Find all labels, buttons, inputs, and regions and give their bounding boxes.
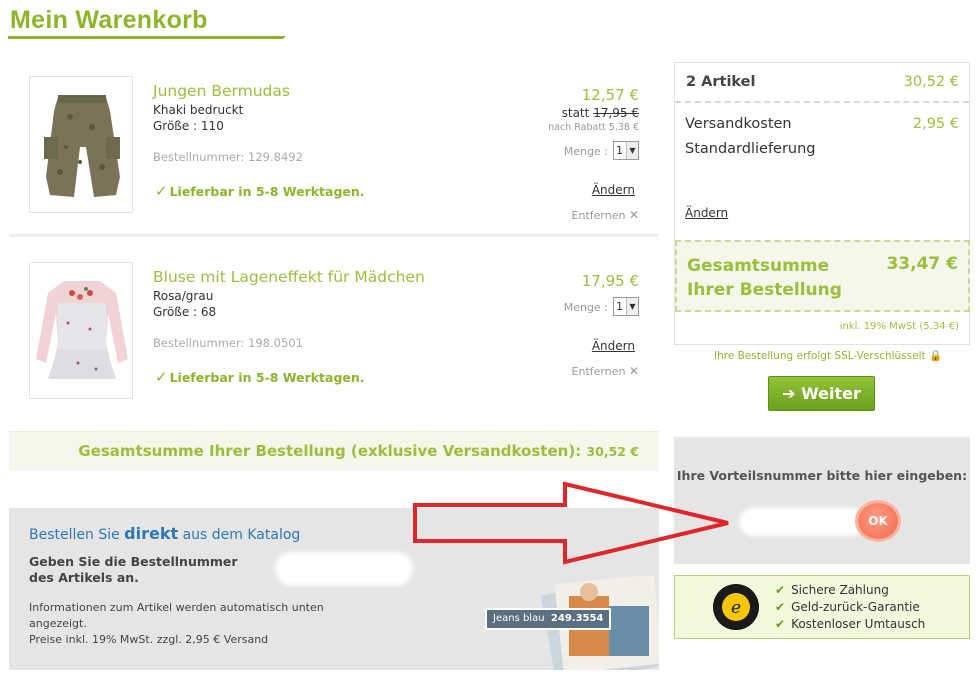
trusted-shops-logo: e	[713, 584, 759, 630]
product-name[interactable]: Jungen Bermudas	[153, 82, 290, 100]
badge-number: 249.3554	[550, 613, 604, 624]
product-price: 17,95 €	[581, 272, 639, 290]
svg-text:e: e	[731, 598, 741, 618]
order-number: Bestellnummer: 129.8492	[153, 150, 303, 164]
articles-count: 2 Artikel	[686, 74, 756, 90]
lock-icon: 🔒	[929, 350, 943, 362]
product-image-blouse[interactable]	[29, 262, 133, 399]
catalog-title-post: aus dem Katalog	[178, 527, 301, 543]
discount-info: nach Rabatt 5,38 €	[548, 122, 639, 133]
grand-total-label-1: Gesamtsumme	[687, 256, 830, 276]
remove-label: Entfernen	[571, 365, 626, 378]
continue-button[interactable]: ➔ Weiter	[768, 376, 875, 411]
trust-item-text: Geld-zurück-Garantie	[791, 600, 920, 614]
availability: ✓ Lieferbar in 5-8 Werktagen.	[155, 182, 365, 200]
chevron-down-icon: ▼	[626, 298, 638, 315]
grand-total-value: 33,47 €	[886, 254, 958, 274]
voucher-ok-button[interactable]: OK	[858, 503, 898, 539]
old-price: statt 17,95 €	[562, 106, 639, 120]
grand-total-box: Gesamtsumme Ihrer Bestellung 33,47 €	[675, 240, 970, 312]
close-icon: ✕	[628, 364, 639, 378]
product-color: Khaki bedruckt	[153, 103, 244, 117]
arrow-right-icon: ➔	[782, 384, 796, 403]
catalog-title-pre: Bestellen Sie	[29, 527, 125, 543]
quantity-value: 1	[616, 300, 623, 313]
product-image-bermudas[interactable]	[29, 76, 133, 213]
availability-text: Lieferbar in 5-8 Werktagen.	[169, 370, 365, 385]
product-size: Größe : 68	[153, 305, 217, 319]
trust-item-text: Sichere Zahlung	[791, 583, 889, 597]
trust-list: ✔ Sichere Zahlung ✔ Geld-zurück-Garantie ✔…	[775, 582, 925, 633]
check-icon: ✓	[155, 368, 168, 386]
shipping-type: Standardlieferung	[685, 141, 816, 157]
quantity-select[interactable]: 1 ▼	[613, 141, 639, 160]
catalog-description: Geben Sie die Bestellnummer des Artikels…	[29, 554, 238, 585]
ssl-text: Ihre Bestellung erfolgt SSL-Verschlüssel…	[714, 350, 926, 362]
remove-label: Entfernen	[571, 209, 626, 222]
subtotal-value: 30,52 €	[586, 444, 639, 459]
quantity-value: 1	[616, 144, 623, 157]
subtotal-bar: Gesamtsumme Ihrer Bestellung (exklusive …	[9, 431, 659, 471]
voucher-input[interactable]	[742, 511, 862, 533]
continue-label: Weiter	[801, 384, 861, 403]
check-icon: ✔	[775, 583, 786, 597]
catalog-badge: Jeans blau 249.3554	[485, 608, 612, 630]
product-size: Größe : 110	[153, 119, 224, 133]
grand-total-label: Gesamtsumme Ihrer Bestellung	[687, 254, 842, 302]
chevron-down-icon: ▼	[626, 142, 638, 159]
quantity-label: Menge :	[563, 145, 608, 158]
ssl-notice: Ihre Bestellung erfolgt SSL-Verschlüssel…	[714, 349, 942, 362]
quantity-row: Menge : 1 ▼	[564, 296, 639, 316]
cart-item: Bluse mit Lageneffekt für Mädchen Rosa/g…	[9, 248, 659, 423]
edit-link[interactable]: Ändern	[592, 339, 635, 353]
order-summary: 2 Artikel 30,52 € Versandkosten 2,95 € S…	[674, 62, 970, 345]
order-number: Bestellnummer: 198.0501	[153, 336, 303, 350]
subtotal-label: Gesamtsumme Ihrer Bestellung (exklusive …	[78, 442, 582, 460]
catalog-title-bold: direkt	[124, 524, 179, 543]
grand-total-label-2: Ihrer Bestellung	[687, 280, 842, 300]
check-icon: ✓	[155, 182, 168, 200]
vat-info: inkl. 19% MwSt (5,34 €)	[839, 321, 959, 332]
remove-link[interactable]: Entfernen ✕	[572, 208, 639, 222]
quantity-row: Menge : 1 ▼	[564, 140, 639, 160]
annotation-arrow	[410, 478, 735, 578]
trust-item: ✔ Sichere Zahlung	[775, 582, 925, 599]
order-number-input[interactable]	[279, 556, 409, 582]
edit-shipping-link[interactable]: Ändern	[685, 206, 728, 220]
subtotal: Gesamtsumme Ihrer Bestellung (exklusive …	[78, 442, 639, 460]
catalog-price-info: Preise inkl. 19% MwSt. zzgl. 2,95 € Vers…	[29, 633, 269, 646]
articles-value: 30,52 €	[903, 74, 959, 90]
title-underline	[8, 36, 285, 39]
trust-item-text: Kostenloser Umtausch	[791, 617, 926, 631]
trusted-shops-box: e ✔ Sichere Zahlung ✔ Geld-zurück-Garantie…	[674, 575, 970, 639]
remove-link[interactable]: Entfernen ✕	[572, 364, 639, 378]
articles-row: 2 Artikel 30,52 €	[675, 63, 969, 103]
cart-item: Jungen Bermudas Khaki bedruckt Größe : 1…	[9, 62, 659, 237]
catalog-title: Bestellen Sie direkt aus dem Katalog	[29, 524, 300, 543]
page-title: Mein Warenkorb	[10, 6, 208, 34]
shipping-value: 2,95 €	[912, 116, 959, 132]
trust-item: ✔ Kostenloser Umtausch	[775, 616, 925, 633]
product-price: 12,57 €	[581, 86, 639, 104]
availability: ✓ Lieferbar in 5-8 Werktagen.	[155, 368, 365, 386]
old-price-value: 17,95 €	[593, 106, 639, 120]
edit-link[interactable]: Ändern	[592, 183, 635, 197]
check-icon: ✔	[775, 600, 786, 614]
product-name[interactable]: Bluse mit Lageneffekt für Mädchen	[153, 268, 425, 286]
badge-name: Jeans blau	[493, 613, 545, 624]
quantity-select[interactable]: 1 ▼	[613, 297, 639, 316]
trust-item: ✔ Geld-zurück-Garantie	[775, 599, 925, 616]
statt-label: statt	[561, 106, 590, 120]
catalog-info-text: Informationen zum Artikel werden automat…	[29, 601, 324, 630]
shipping-label: Versandkosten	[685, 116, 792, 132]
check-icon: ✔	[775, 617, 786, 631]
catalog-info: Informationen zum Artikel werden automat…	[29, 600, 349, 648]
availability-text: Lieferbar in 5-8 Werktagen.	[169, 184, 365, 199]
close-icon: ✕	[628, 208, 639, 222]
product-color: Rosa/grau	[153, 289, 214, 303]
quantity-label: Menge :	[563, 301, 608, 314]
